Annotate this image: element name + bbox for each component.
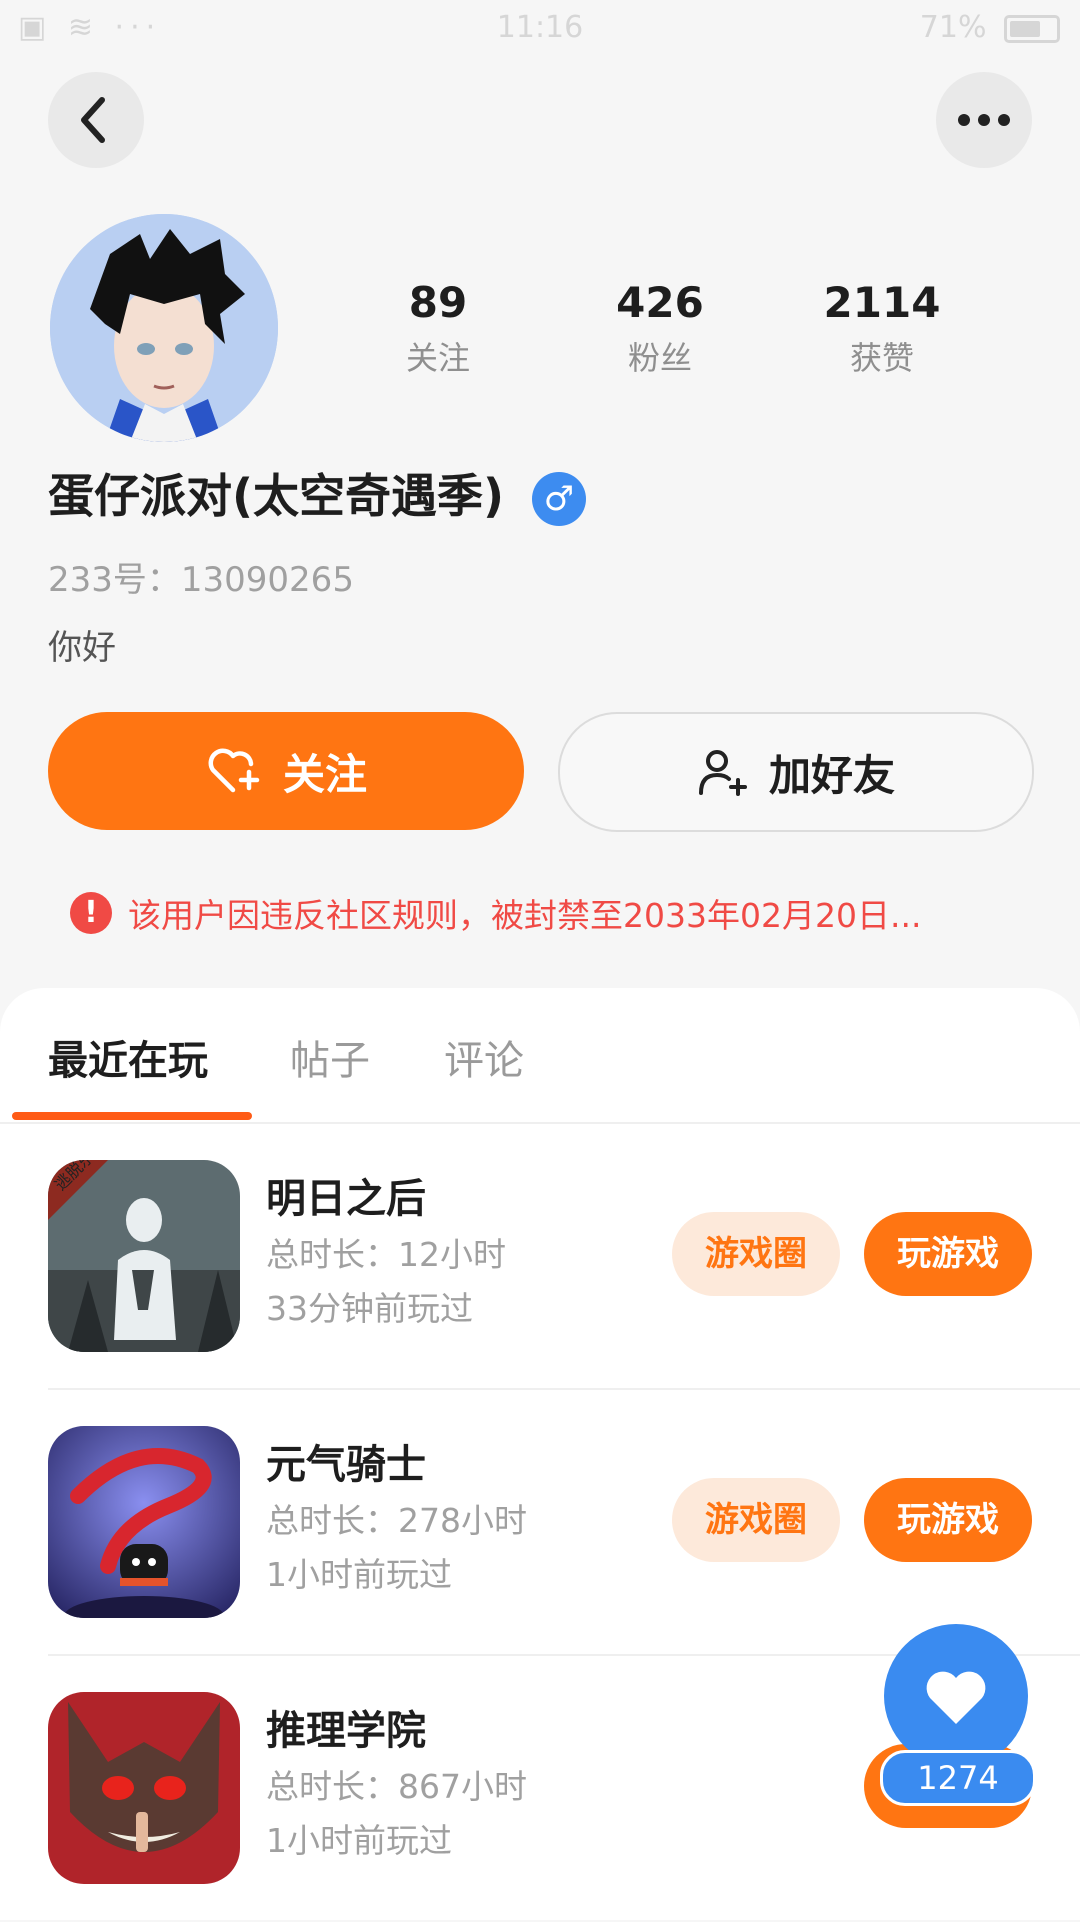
game-last-played: 1小时前玩过 bbox=[266, 1821, 452, 1860]
game-last-played: 33分钟前玩过 bbox=[266, 1289, 473, 1328]
list-item[interactable]: 逃脱乐园 明日之后 总时长：12小时 33分钟前玩过 游戏圈 玩游戏 bbox=[0, 1124, 1080, 1390]
tab-recent-played[interactable]: 最近在玩 bbox=[48, 1028, 208, 1086]
tab-indicator bbox=[12, 1112, 252, 1120]
status-right: 71% bbox=[920, 10, 1060, 45]
ban-notice-text: 该用户因违反社区规则，被封禁至2033年02月20日... bbox=[128, 896, 922, 935]
stat-fans-label: 粉丝 bbox=[627, 339, 692, 377]
game-name: 推理学院 bbox=[266, 1708, 426, 1754]
stat-likes-label: 获赞 bbox=[849, 339, 914, 377]
more-button[interactable] bbox=[936, 72, 1032, 168]
back-button[interactable] bbox=[48, 72, 144, 168]
game-last-played: 1小时前玩过 bbox=[266, 1555, 452, 1594]
username: 蛋仔派对(太空奇遇季) bbox=[48, 469, 505, 523]
play-game-button[interactable]: 玩游戏 bbox=[864, 1478, 1032, 1562]
stat-likes[interactable]: 2114 获赞 bbox=[792, 275, 972, 379]
stat-fans[interactable]: 426 粉丝 bbox=[570, 275, 750, 379]
game-name: 元气骑士 bbox=[266, 1442, 426, 1488]
tab-bar: 最近在玩 帖子 评论 bbox=[0, 988, 1080, 1124]
game-icon[interactable] bbox=[48, 1426, 240, 1618]
like-fab[interactable] bbox=[884, 1624, 1028, 1768]
game-duration: 总时长：278小时 bbox=[266, 1501, 527, 1540]
stat-fans-count: 426 bbox=[616, 278, 704, 327]
game-duration: 总时长：867小时 bbox=[266, 1767, 527, 1806]
ban-notice[interactable]: ! 该用户因违反社区规则，被封禁至2033年02月20日... bbox=[70, 888, 921, 938]
game-circle-button[interactable]: 游戏圈 bbox=[672, 1478, 840, 1562]
stat-following-label: 关注 bbox=[405, 339, 470, 377]
heart-icon bbox=[926, 1671, 986, 1724]
user-id: 233号：13090265 bbox=[48, 560, 354, 600]
stat-likes-count: 2114 bbox=[823, 278, 941, 327]
play-game-button[interactable]: 玩游戏 bbox=[864, 1212, 1032, 1296]
warning-icon: ! bbox=[70, 892, 112, 934]
more-icon bbox=[958, 114, 1010, 126]
like-count: 1274 bbox=[880, 1750, 1036, 1806]
game-icon[interactable] bbox=[48, 1692, 240, 1884]
stat-following-count: 89 bbox=[408, 278, 468, 327]
user-bio: 你好 bbox=[48, 628, 116, 668]
game-name: 明日之后 bbox=[266, 1176, 426, 1222]
add-friend-button[interactable]: 加好友 bbox=[558, 712, 1034, 832]
status-bar: ▣ ≋ ··· 11:16 71% bbox=[0, 0, 1080, 56]
stat-following[interactable]: 89 关注 bbox=[348, 275, 528, 379]
follow-button-label: 关注 bbox=[282, 749, 367, 799]
battery-percent: 71% bbox=[919, 10, 987, 45]
male-icon: ♂ bbox=[532, 472, 586, 526]
avatar[interactable] bbox=[50, 214, 278, 442]
game-icon[interactable]: 逃脱乐园 bbox=[48, 1160, 240, 1352]
list-item[interactable]: 元气骑士 总时长：278小时 1小时前玩过 游戏圈 玩游戏 bbox=[0, 1390, 1080, 1656]
chevron-left-icon bbox=[81, 97, 105, 143]
battery-icon bbox=[1004, 14, 1060, 43]
game-circle-button[interactable]: 游戏圈 bbox=[672, 1212, 840, 1296]
game-duration: 总时长：12小时 bbox=[266, 1235, 506, 1274]
follow-button[interactable]: 关注 bbox=[48, 712, 524, 830]
status-time: 11:16 bbox=[496, 10, 584, 45]
add-user-icon bbox=[698, 750, 747, 796]
tab-comments[interactable]: 评论 bbox=[444, 1028, 524, 1086]
add-friend-label: 加好友 bbox=[768, 750, 895, 800]
heart-plus-icon bbox=[208, 748, 260, 793]
tab-posts[interactable]: 帖子 bbox=[290, 1028, 370, 1086]
